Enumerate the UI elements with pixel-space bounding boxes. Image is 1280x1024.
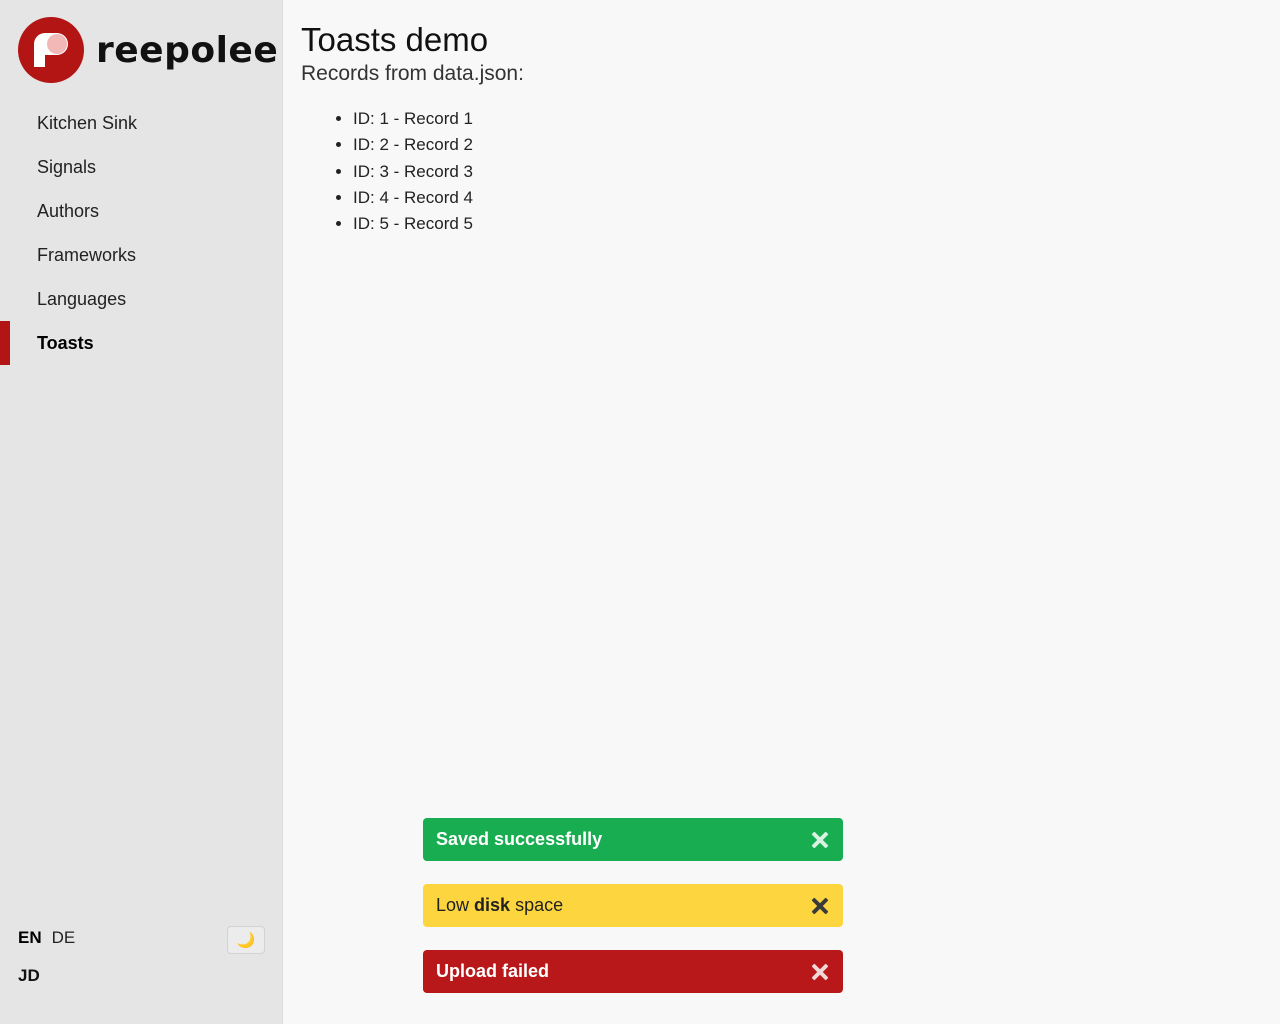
list-item: ID: 2 - Record 2 xyxy=(353,132,524,158)
main-content: Toasts demo Records from data.json: ID: … xyxy=(301,20,524,237)
sidebar-nav: Kitchen Sink Signals Authors Frameworks … xyxy=(0,101,283,365)
language-de[interactable]: DE xyxy=(52,928,76,948)
user-initials[interactable]: JD xyxy=(18,966,40,986)
list-item: ID: 1 - Record 1 xyxy=(353,106,524,132)
language-switcher: EN DE xyxy=(18,928,75,948)
toast-message: Low disk space xyxy=(436,895,563,916)
records-list: ID: 1 - Record 1 ID: 2 - Record 2 ID: 3 … xyxy=(301,106,524,237)
language-en[interactable]: EN xyxy=(18,928,42,948)
sidebar-item-signals[interactable]: Signals xyxy=(0,145,283,189)
toast-container: Saved successfully Low disk space Upload… xyxy=(423,818,843,1016)
close-icon[interactable] xyxy=(811,897,829,915)
list-item: ID: 3 - Record 3 xyxy=(353,159,524,185)
sidebar-item-toasts[interactable]: Toasts xyxy=(0,321,283,365)
logo-mark-icon xyxy=(18,17,84,83)
toast-success: Saved successfully xyxy=(423,818,843,861)
sidebar-item-frameworks[interactable]: Frameworks xyxy=(0,233,283,277)
close-icon[interactable] xyxy=(811,963,829,981)
toast-message-suffix: space xyxy=(510,895,564,915)
toast-message-bold: disk xyxy=(474,895,511,915)
list-item: ID: 4 - Record 4 xyxy=(353,185,524,211)
toast-message: Saved successfully xyxy=(436,829,603,849)
close-icon[interactable] xyxy=(811,831,829,849)
toast-warning: Low disk space xyxy=(423,884,843,927)
toast-message: Upload failed xyxy=(436,961,550,981)
toast-message-prefix: Low xyxy=(436,895,475,915)
sidebar-item-authors[interactable]: Authors xyxy=(0,189,283,233)
page-title: Toasts demo xyxy=(301,21,489,58)
theme-toggle-button[interactable]: 🌙 xyxy=(227,926,265,954)
brand-name: reepolee xyxy=(96,29,279,71)
sidebar: reepolee Kitchen Sink Signals Authors Fr… xyxy=(0,0,283,1024)
sidebar-item-kitchen-sink[interactable]: Kitchen Sink xyxy=(0,101,283,145)
list-item: ID: 5 - Record 5 xyxy=(353,211,524,237)
sidebar-item-languages[interactable]: Languages xyxy=(0,277,283,321)
toast-error: Upload failed xyxy=(423,950,843,993)
page-subtitle: Records from data.json: xyxy=(301,62,524,85)
logo[interactable]: reepolee xyxy=(18,17,278,83)
moon-icon: 🌙 xyxy=(236,932,256,949)
